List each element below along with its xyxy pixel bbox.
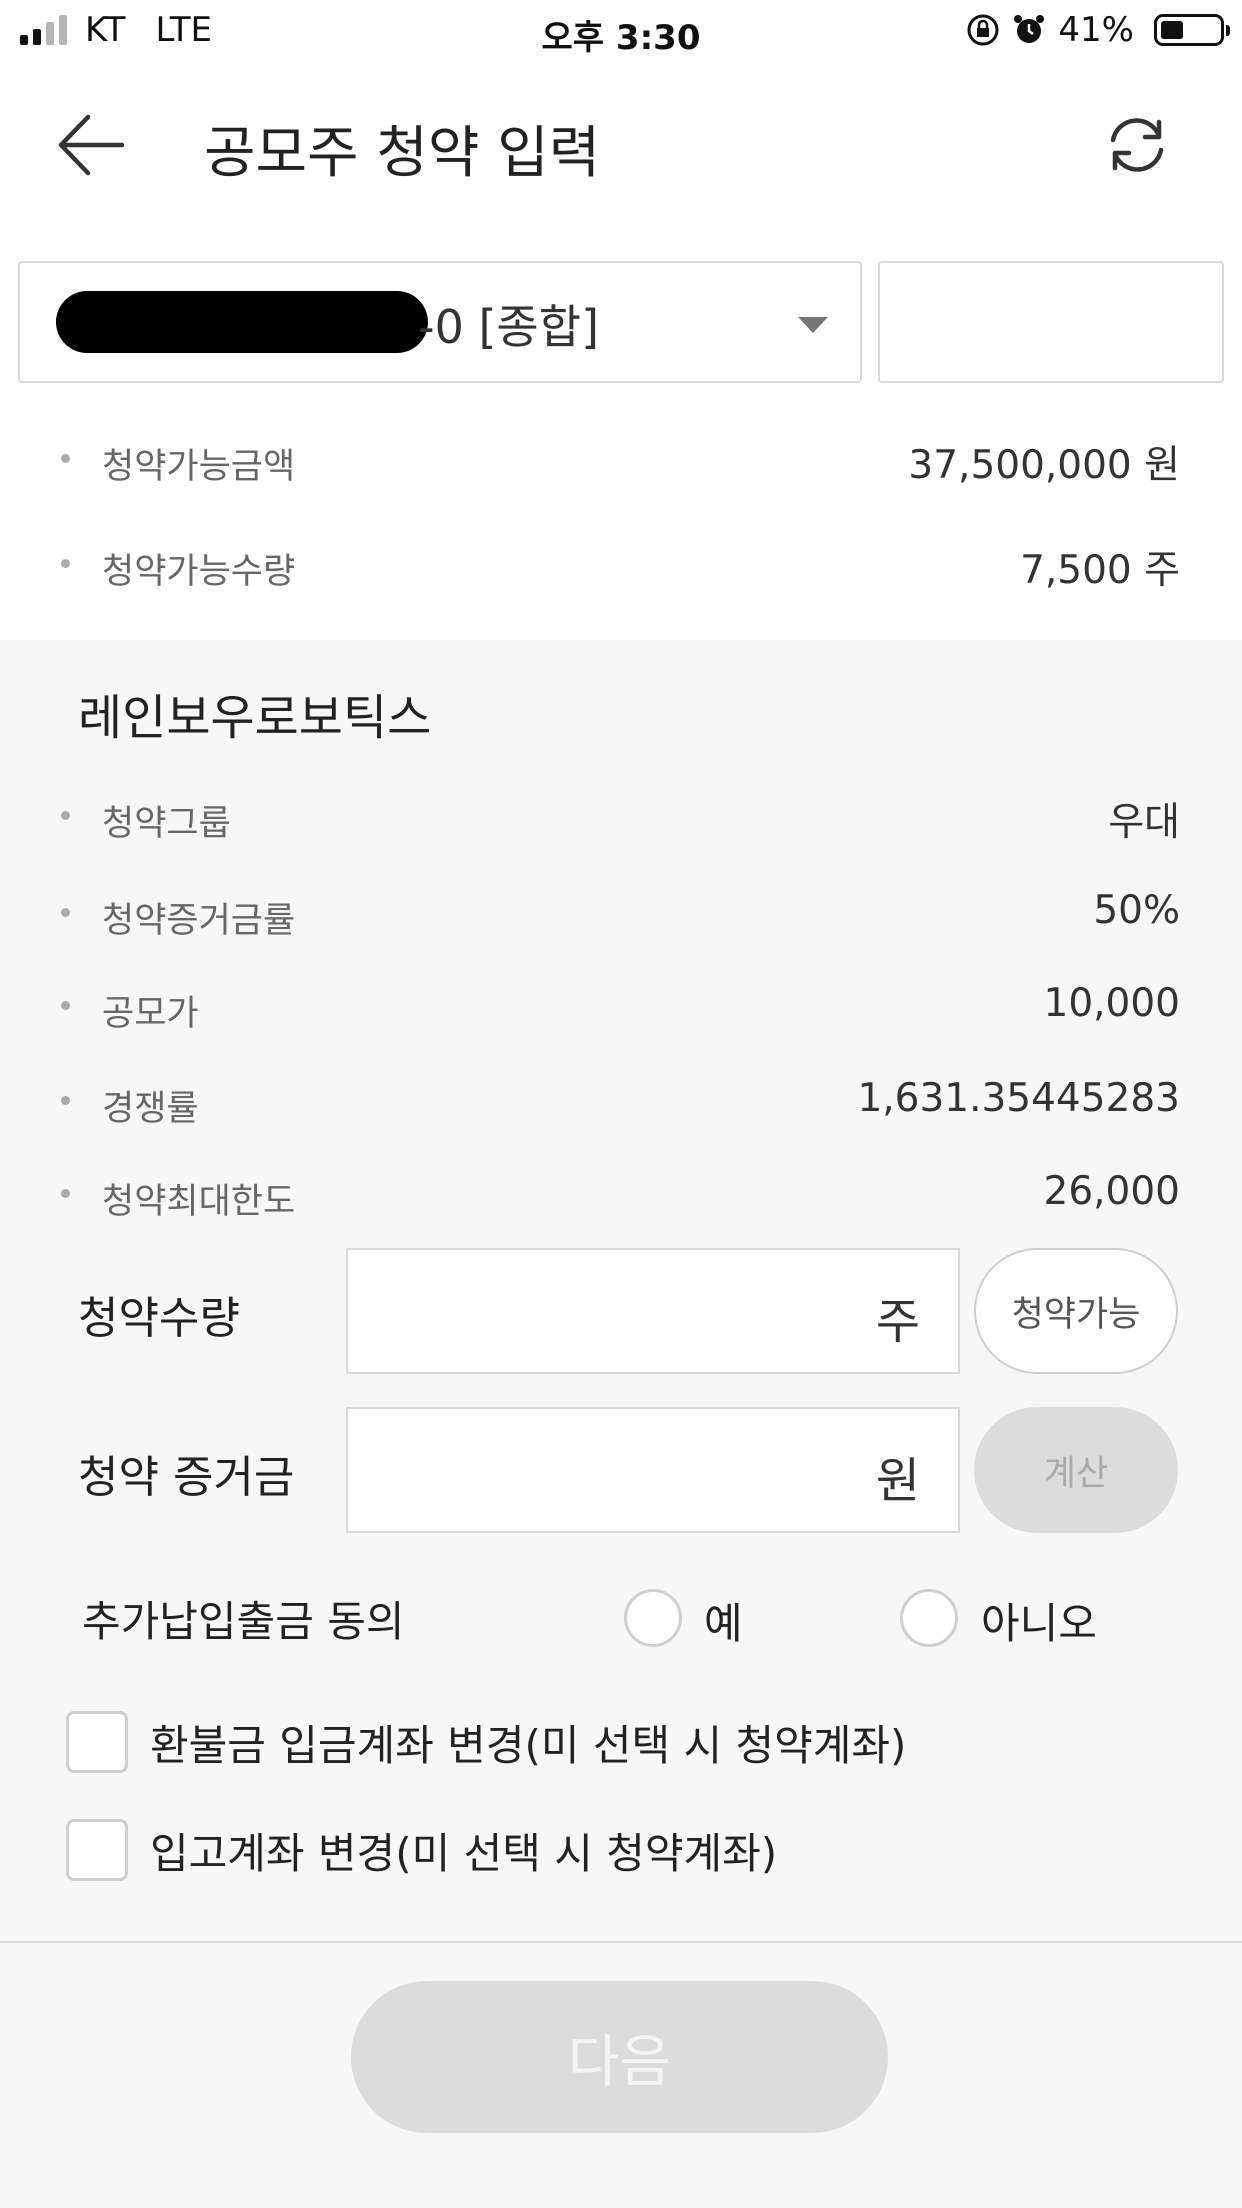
next-button[interactable]: 다음	[351, 1981, 888, 2133]
account-type-label: -0 [종합]	[418, 300, 600, 354]
status-bar: KT LTE 오후 3:30 41%	[0, 0, 1242, 62]
check-available-button[interactable]: 청약가능	[974, 1248, 1178, 1374]
page-header: 공모주 청약 입력	[0, 88, 1242, 198]
extra-payment-consent-label: 추가납입출금 동의	[82, 1597, 405, 1646]
competition-rate-value: 1,631.35445283	[857, 1076, 1180, 1121]
deposit-input[interactable]: 원	[346, 1407, 960, 1533]
max-limit-label: 청약최대한도	[102, 1182, 296, 1222]
available-amount-value: 37,500,000 원	[908, 443, 1180, 488]
consent-yes-label[interactable]: 예	[704, 1590, 743, 1651]
bullet-icon	[61, 454, 70, 463]
subscription-group-label: 청약그룹	[102, 804, 231, 844]
battery-percent: 41%	[1058, 10, 1134, 50]
deposit-label: 청약 증거금	[78, 1452, 295, 1503]
divider	[0, 1941, 1242, 1943]
max-limit-value: 26,000	[1043, 1169, 1180, 1214]
page-title: 공모주 청약 입력	[204, 121, 601, 186]
detail-row: 공모가 10,000	[0, 975, 1242, 1035]
offer-price-value: 10,000	[1043, 981, 1180, 1026]
consent-no-radio[interactable]	[900, 1589, 958, 1647]
detail-row: 청약그룹 우대	[0, 785, 1242, 845]
account-select[interactable]: -0 [종합]	[18, 261, 862, 383]
battery-icon	[1154, 14, 1230, 46]
consent-no-label[interactable]: 아니오	[981, 1590, 1097, 1651]
refresh-button[interactable]	[1104, 112, 1170, 178]
detail-row: 경쟁률 1,631.35445283	[0, 1070, 1242, 1130]
arrow-left-icon	[58, 114, 125, 176]
bullet-icon	[61, 1096, 70, 1105]
bullet-icon	[61, 811, 70, 820]
account-password-field[interactable]	[878, 261, 1224, 383]
quantity-label: 청약수량	[78, 1293, 240, 1344]
chevron-down-icon	[798, 317, 828, 333]
detail-row: 청약최대한도 26,000	[0, 1163, 1242, 1223]
deposit-rate-label: 청약증거금률	[102, 901, 296, 941]
status-right: 41%	[966, 10, 1230, 50]
calculate-button[interactable]: 계산	[974, 1407, 1178, 1533]
available-quantity-row: 청약가능수량 7,500 주	[0, 533, 1242, 593]
deposit-account-checkbox[interactable]	[66, 1819, 128, 1881]
available-amount-label: 청약가능금액	[102, 447, 296, 487]
alarm-icon	[1012, 13, 1046, 47]
stock-name: 레인보우로보틱스	[78, 690, 432, 746]
deposit-rate-value: 50%	[1093, 888, 1180, 933]
deposit-account-label[interactable]: 입고계좌 변경(미 선택 시 청약계좌)	[150, 1820, 777, 1881]
detail-row: 청약증거금률 50%	[0, 882, 1242, 942]
back-button[interactable]	[56, 110, 126, 180]
refresh-icon	[1110, 118, 1164, 172]
consent-yes-radio[interactable]	[624, 1589, 682, 1647]
orientation-lock-icon	[966, 13, 1000, 47]
deposit-unit: 원	[875, 1453, 920, 1509]
bullet-icon	[61, 559, 70, 568]
competition-rate-label: 경쟁률	[102, 1089, 199, 1129]
subscription-group-value: 우대	[1108, 800, 1180, 845]
quantity-unit: 주	[875, 1294, 920, 1350]
account-number-redacted	[56, 291, 428, 353]
offer-price-label: 공모가	[102, 994, 199, 1034]
bullet-icon	[61, 1001, 70, 1010]
bullet-icon	[61, 908, 70, 917]
available-amount-row: 청약가능금액 37,500,000 원	[0, 428, 1242, 488]
quantity-input[interactable]: 주	[346, 1248, 960, 1374]
refund-account-checkbox[interactable]	[66, 1711, 128, 1773]
refund-account-label[interactable]: 환불금 입금계좌 변경(미 선택 시 청약계좌)	[150, 1712, 906, 1773]
bullet-icon	[61, 1189, 70, 1198]
available-quantity-value: 7,500 주	[1020, 548, 1180, 593]
available-quantity-label: 청약가능수량	[102, 552, 296, 592]
